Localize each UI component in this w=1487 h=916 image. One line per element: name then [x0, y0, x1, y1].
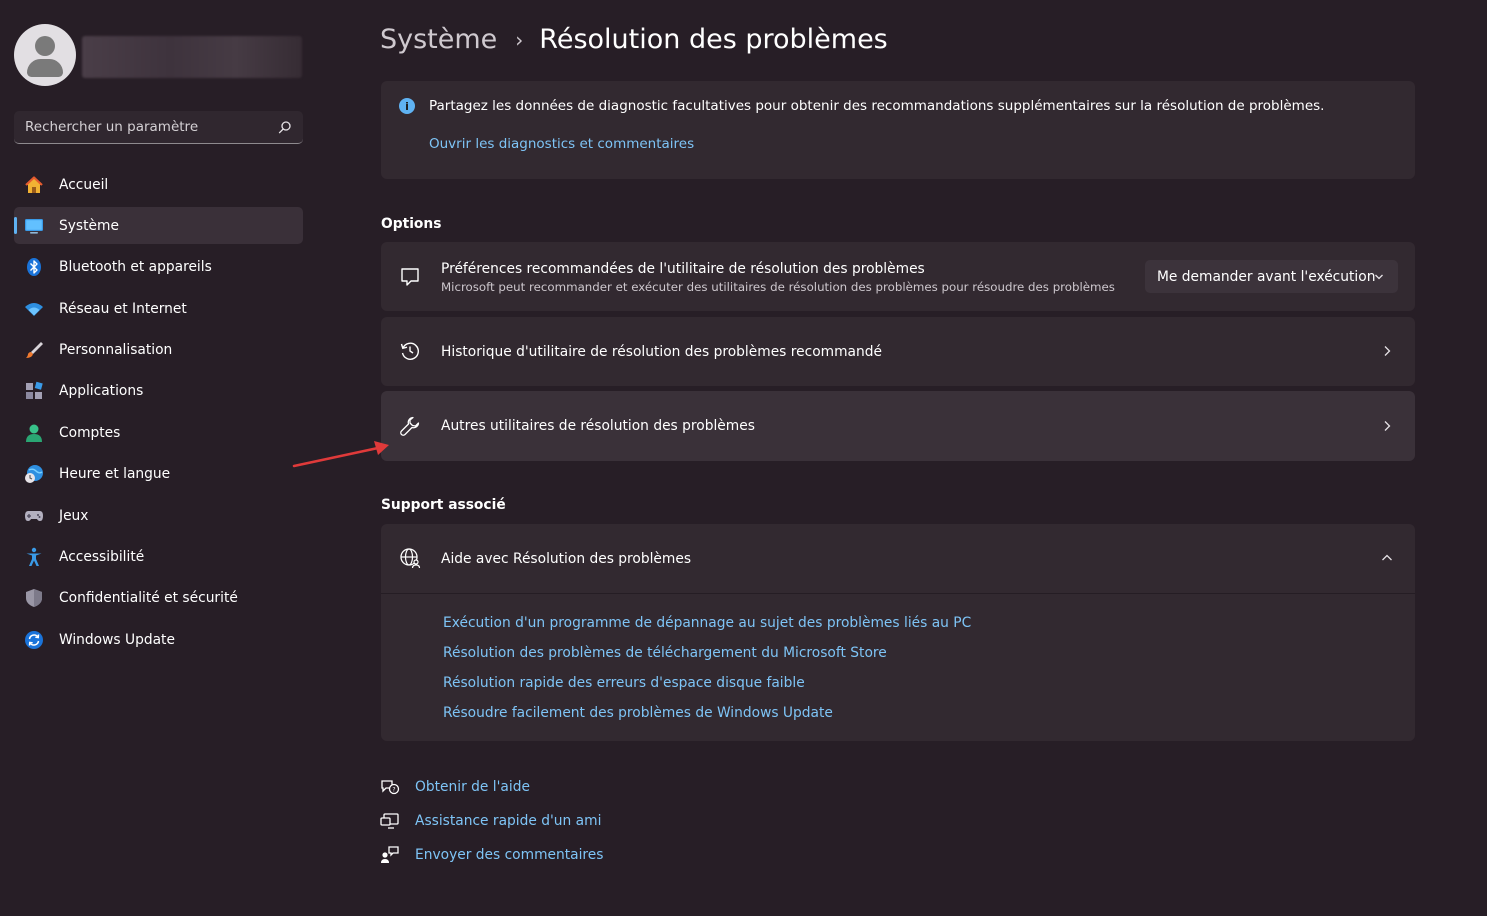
history-row[interactable]: Historique d'utilitaire de résolution de… — [381, 317, 1415, 386]
person-icon — [24, 423, 44, 443]
chat-bubble-icon — [401, 268, 419, 286]
sidebar: Accueil Système Bluetooth et appareils R… — [0, 0, 320, 916]
help-chat-icon: ? — [381, 780, 400, 795]
globe-person-icon — [400, 548, 421, 569]
chevron-right-icon — [1384, 421, 1391, 431]
sidebar-item-label: Applications — [59, 383, 144, 400]
sidebar-item-label: Comptes — [59, 424, 121, 441]
search-box[interactable] — [14, 111, 303, 144]
support-section-title: Support associé — [381, 497, 506, 513]
sidebar-item-comptes[interactable]: Comptes — [14, 414, 303, 451]
open-diagnostics-link[interactable]: Ouvrir les diagnostics et commentaires — [429, 136, 694, 152]
remote-assist-icon — [380, 813, 399, 829]
history-icon — [400, 342, 419, 360]
user-name-redacted — [82, 36, 302, 78]
options-section-title: Options — [381, 216, 442, 232]
search-input[interactable] — [25, 119, 278, 135]
sidebar-item-heure-langue[interactable]: Heure et langue — [14, 456, 303, 493]
sidebar-item-label: Windows Update — [59, 631, 175, 648]
breadcrumb: Système › Résolution des problèmes — [380, 24, 888, 55]
wrench-icon — [400, 416, 420, 436]
home-icon — [24, 175, 44, 195]
chevron-down-icon — [1375, 274, 1383, 280]
support-link-update[interactable]: Résoudre facilement des problèmes de Win… — [443, 705, 833, 721]
get-help-link[interactable]: ? Obtenir de l'aide — [380, 777, 530, 797]
globe-clock-icon — [24, 464, 44, 484]
preferences-subtitle: Microsoft peut recommander et exécuter d… — [441, 280, 1115, 294]
bottom-link-label: Assistance rapide d'un ami — [415, 813, 602, 829]
sidebar-item-systeme[interactable]: Système — [14, 207, 303, 245]
bluetooth-icon — [24, 257, 44, 277]
avatar[interactable] — [14, 24, 76, 86]
sidebar-item-bluetooth[interactable]: Bluetooth et appareils — [14, 249, 303, 286]
sidebar-item-label: Accueil — [59, 176, 109, 193]
sidebar-item-applications[interactable]: Applications — [14, 373, 303, 410]
preferences-title: Préférences recommandées de l'utilitaire… — [441, 261, 925, 277]
chevron-up-icon[interactable] — [1381, 552, 1393, 564]
sidebar-item-windows-update[interactable]: Windows Update — [14, 621, 303, 658]
chevron-right-icon — [1384, 346, 1391, 356]
apps-icon — [24, 381, 44, 401]
support-link-store[interactable]: Résolution des problèmes de téléchargeme… — [443, 645, 887, 661]
sidebar-item-accessibilite[interactable]: Accessibilité — [14, 539, 303, 576]
sidebar-item-label: Bluetooth et appareils — [59, 259, 212, 276]
breadcrumb-separator: › — [515, 27, 524, 52]
annotation-arrow — [292, 441, 389, 468]
preferences-dropdown[interactable]: Me demander avant l'exécution — [1145, 260, 1398, 293]
sidebar-item-confidentialite[interactable]: Confidentialité et sécurité — [14, 580, 303, 617]
search-icon[interactable] — [278, 120, 292, 134]
update-icon — [24, 630, 44, 650]
sidebar-item-label: Personnalisation — [59, 342, 173, 359]
sidebar-item-accueil[interactable]: Accueil — [14, 166, 303, 203]
support-card-title[interactable]: Aide avec Résolution des problèmes — [441, 551, 691, 567]
history-title: Historique d'utilitaire de résolution de… — [441, 344, 882, 360]
sidebar-item-label: Accessibilité — [59, 549, 145, 566]
avatar-head — [35, 36, 55, 56]
sidebar-item-label: Jeux — [59, 507, 89, 524]
recommended-preferences-row: Préférences recommandées de l'utilitaire… — [381, 242, 1415, 311]
sidebar-nav: Accueil Système Bluetooth et appareils R… — [14, 166, 303, 663]
sidebar-item-label: Confidentialité et sécurité — [59, 590, 238, 607]
info-text: Partagez les données de diagnostic facul… — [429, 98, 1325, 114]
support-divider — [381, 593, 1415, 594]
avatar-body — [27, 59, 63, 77]
wifi-icon — [24, 299, 44, 319]
breadcrumb-parent[interactable]: Système — [380, 24, 497, 55]
bottom-link-label: Obtenir de l'aide — [415, 779, 530, 795]
feedback-icon — [381, 846, 399, 863]
svg-text:?: ? — [392, 787, 395, 794]
accessibility-icon — [24, 547, 44, 567]
sidebar-item-label: Heure et langue — [59, 466, 171, 483]
info-icon: i — [399, 98, 415, 114]
sidebar-item-label: Réseau et Internet — [59, 300, 187, 317]
sidebar-item-jeux[interactable]: Jeux — [14, 497, 303, 534]
brush-icon — [24, 340, 44, 360]
shield-icon — [24, 588, 44, 608]
support-link-disk[interactable]: Résolution rapide des erreurs d'espace d… — [443, 675, 805, 691]
dropdown-value: Me demander avant l'exécution — [1157, 268, 1376, 285]
send-feedback-link[interactable]: Envoyer des commentaires — [380, 845, 603, 865]
page-title: Résolution des problèmes — [539, 24, 888, 55]
sidebar-item-personnalisation[interactable]: Personnalisation — [14, 332, 303, 369]
bottom-link-label: Envoyer des commentaires — [415, 847, 604, 863]
quick-assist-link[interactable]: Assistance rapide d'un ami — [380, 811, 601, 831]
diagnostics-info-card: i Partagez les données de diagnostic fac… — [381, 81, 1415, 179]
support-card: Aide avec Résolution des problèmes Exécu… — [381, 524, 1415, 741]
sidebar-item-reseau[interactable]: Réseau et Internet — [14, 290, 303, 327]
monitor-icon — [24, 216, 44, 236]
gamepad-icon — [24, 506, 44, 526]
other-troubleshooters-title: Autres utilitaires de résolution des pro… — [441, 418, 755, 434]
other-troubleshooters-row[interactable]: Autres utilitaires de résolution des pro… — [381, 391, 1415, 461]
sidebar-item-label: Système — [59, 217, 119, 234]
support-link-pc[interactable]: Exécution d'un programme de dépannage au… — [443, 615, 971, 631]
